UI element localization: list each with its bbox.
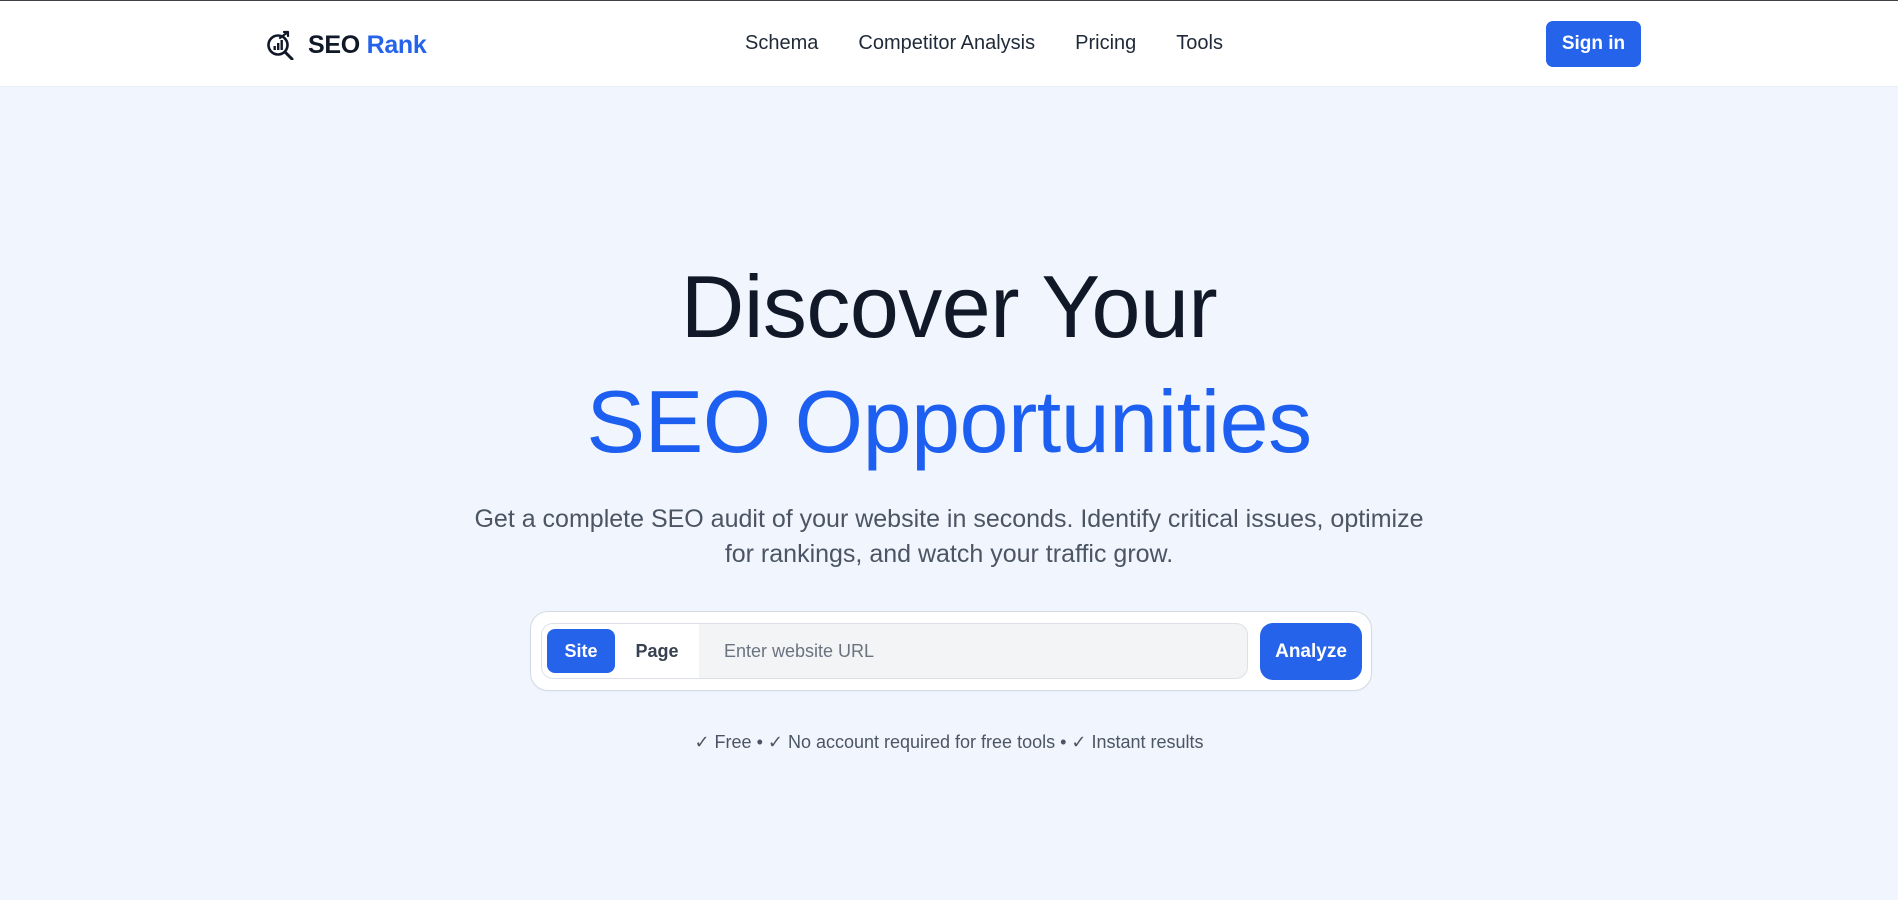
sign-in-button[interactable]: Sign in	[1546, 21, 1641, 67]
main-nav: Schema Competitor Analysis Pricing Tools	[745, 32, 1223, 55]
hero-title-line2: SEO Opportunities	[586, 372, 1312, 471]
brand-name-rank: Rank	[366, 30, 427, 59]
magnifier-chart-icon	[267, 30, 294, 60]
brand-name-seo: SEO	[308, 30, 360, 59]
brand-logo[interactable]: SEO Rank	[266, 29, 427, 61]
site-header: SEO Rank Schema Competitor Analysis Pric…	[0, 1, 1898, 87]
nav-item-tools[interactable]: Tools	[1176, 32, 1223, 55]
analyze-button[interactable]: Analyze	[1260, 623, 1362, 680]
nav-item-competitor-analysis[interactable]: Competitor Analysis	[858, 32, 1035, 55]
url-input[interactable]	[699, 624, 1247, 678]
nav-item-schema[interactable]: Schema	[745, 32, 818, 55]
hero-subtitle: Get a complete SEO audit of your website…	[474, 505, 1424, 568]
search-field-group: Site Page	[541, 623, 1248, 679]
brand-name: SEO Rank	[308, 31, 427, 60]
mode-toggle: Site Page	[542, 624, 699, 678]
mode-page-button[interactable]: Page	[621, 629, 693, 673]
perks-text: ✓ Free • ✓ No account required for free …	[694, 732, 1204, 752]
nav-item-pricing[interactable]: Pricing	[1075, 32, 1136, 55]
search-card: Site Page Analyze	[530, 611, 1372, 691]
hero-title-line1: Discover Your	[680, 257, 1218, 356]
mode-site-button[interactable]: Site	[547, 629, 615, 673]
